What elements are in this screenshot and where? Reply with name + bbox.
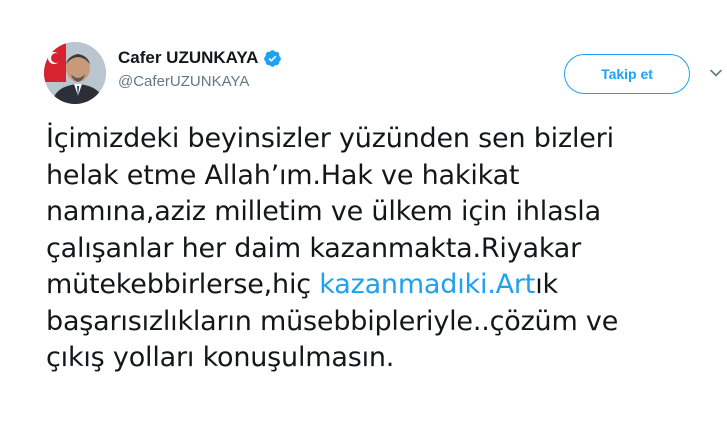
avatar[interactable] [44, 42, 106, 104]
verified-badge-icon [263, 49, 282, 68]
tweet-link[interactable]: kazanmadıki.Art [319, 269, 535, 300]
tweet-text-line: çıkış yolları konuşulmasın. [46, 342, 395, 373]
tweet-text-segment: mütekebbirlerse,hiç [46, 269, 320, 300]
display-name-row: Cafer UZUNKAYA [118, 46, 282, 70]
follow-button[interactable]: Takip et [564, 54, 690, 94]
tweet-text-line: helak etme Allah’ım.Hak ve hakikat [46, 159, 520, 191]
tweet-text-line: çalışanlar her daim kazanmakta.Riyakar [46, 232, 582, 264]
display-name[interactable]: Cafer UZUNKAYA [118, 46, 258, 70]
tweet-text: İçimizdeki beyinsizler yüzünden sen bizl… [46, 121, 716, 377]
user-names: Cafer UZUNKAYA @CaferUZUNKAYA [118, 46, 282, 92]
user-handle[interactable]: @CaferUZUNKAYA [118, 72, 282, 92]
tweet-text-line: başarısızlıkların müsebbipleriyle..çözüm… [46, 305, 619, 337]
chevron-down-icon[interactable] [709, 66, 723, 80]
tweet-text-line: İçimizdeki beyinsizler yüzünden sen bizl… [46, 123, 614, 154]
avatar-image [44, 42, 106, 104]
tweet-header: Cafer UZUNKAYA @CaferUZUNKAYA Takip et [44, 40, 722, 110]
tweet-text-line: namına,aziz milletim ve ülkem için ihlas… [46, 196, 601, 227]
tweet-text-segment: ık [535, 269, 558, 300]
tweet-card: Cafer UZUNKAYA @CaferUZUNKAYA Takip et İ… [0, 0, 727, 424]
tweet-text-line-with-link: mütekebbirlerse,hiç kazanmadıki.Artık [46, 267, 716, 304]
